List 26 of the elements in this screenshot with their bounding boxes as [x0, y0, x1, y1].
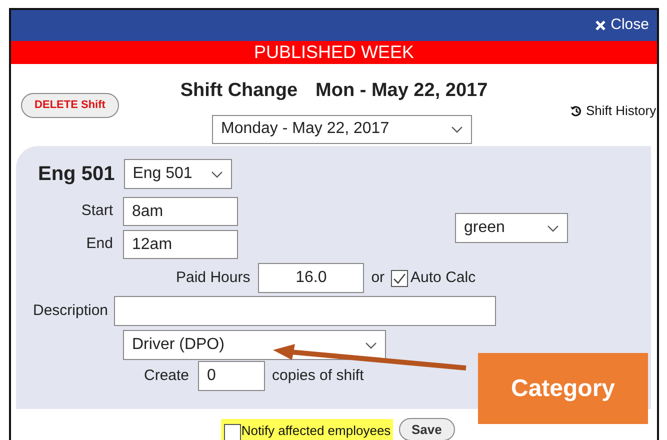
start-label: Start: [80, 201, 113, 222]
create-label: Create: [144, 366, 190, 386]
date-dropdown[interactable]: Monday - May 22, 2017: [212, 114, 472, 144]
unit-label: Eng 501: [38, 162, 115, 187]
end-field[interactable]: 12am: [123, 230, 238, 259]
callout-label: Category: [478, 353, 648, 424]
auto-calc-label: Auto Calc: [410, 268, 476, 288]
category-dropdown[interactable]: Driver (DPO): [123, 330, 386, 360]
close-button[interactable]: Close: [594, 14, 649, 37]
shift-date: Mon - May 22, 2017: [316, 79, 488, 103]
shift-history-link[interactable]: Shift History: [570, 101, 656, 120]
copies-field[interactable]: 0: [198, 361, 266, 391]
description-label: Description: [33, 300, 108, 321]
copies-label: copies of shift: [272, 366, 364, 386]
notify-option[interactable]: Notify affected employees: [221, 418, 393, 440]
save-button[interactable]: Save: [398, 418, 455, 440]
paid-hours-label: Paid Hours: [176, 268, 250, 288]
or-label: or: [371, 268, 385, 288]
published-banner: PUBLISHED WEEK: [11, 41, 657, 64]
dialog-title: Shift Change: [180, 79, 298, 103]
color-dropdown[interactable]: green: [455, 213, 568, 243]
start-field[interactable]: 8am: [123, 197, 238, 226]
end-label: End: [85, 234, 113, 254]
paid-hours-field[interactable]: 16.0: [258, 263, 364, 293]
unit-dropdown[interactable]: Eng 501: [124, 159, 232, 189]
delete-button[interactable]: DELETE Shift: [21, 93, 119, 118]
